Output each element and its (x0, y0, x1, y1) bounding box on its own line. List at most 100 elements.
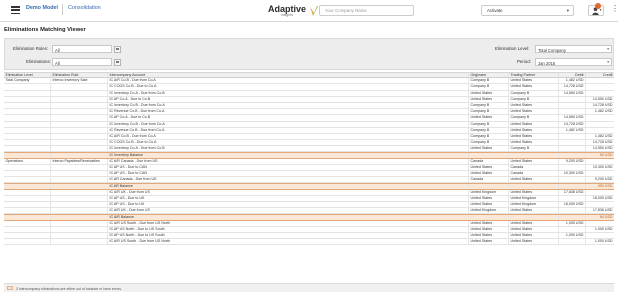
cell-partner: Company B (509, 115, 559, 121)
cell-rule (51, 226, 108, 232)
cell-level (4, 208, 51, 214)
cell-level (4, 164, 51, 170)
elimination-level-label: Elimination Level: (495, 46, 530, 51)
user-menu-button[interactable]: ▾ (588, 3, 604, 16)
col-header-partner[interactable]: Trading Partner (509, 73, 559, 78)
col-header-credit[interactable]: Credit (586, 73, 614, 77)
model-name-link[interactable]: Demo Model (26, 5, 58, 11)
cell-debit (559, 215, 586, 220)
cell-level (4, 127, 51, 133)
cell-partner: United States (509, 121, 559, 127)
cell-credit (586, 202, 614, 207)
cell-rule (51, 184, 108, 189)
cell-partner: United States (509, 239, 559, 245)
activate-dropdown[interactable]: Activate ▾ (481, 5, 574, 16)
cell-debit (559, 140, 586, 146)
cell-level (4, 184, 51, 189)
cell-partner: United States (509, 189, 559, 195)
hamburger-menu-icon[interactable] (11, 6, 20, 14)
cell-credit (586, 78, 614, 83)
cell-partner: United States (509, 133, 559, 140)
cell-account: IC A/R US South - Due from US North (108, 220, 469, 226)
cell-debit (559, 184, 586, 189)
cell-originator: United States (469, 220, 509, 226)
eliminations-picker-button[interactable] (114, 58, 121, 66)
elimination-level-select[interactable]: Total Company ▾ (535, 45, 612, 53)
cell-account: IC Inventory Co.A - Due from Co.B (108, 146, 469, 152)
cell-level (4, 177, 51, 183)
cell-account: IC COGS Co.B - Due to Co.A (108, 140, 469, 146)
cell-partner (509, 153, 559, 158)
cell-rule (51, 96, 108, 102)
cell-rule: Interco Payables/Receivables (51, 158, 108, 164)
cell-credit: 1,482 USD (594, 133, 613, 138)
period-value: Jan 2015 (538, 60, 556, 66)
cell-account: IC Inventory Co.B - Due from Co.A (108, 102, 469, 109)
elimination-rules-picker-button[interactable] (114, 45, 121, 53)
company-name-field[interactable]: Your Company Name (319, 5, 414, 16)
cell-rule (51, 208, 108, 214)
cell-originator: United States (469, 164, 509, 170)
cell-originator: Company B (469, 109, 509, 115)
cell-level (4, 232, 51, 239)
cell-account: IC AP Co.A - Due to Co.B (108, 115, 469, 121)
cell-credit (586, 115, 614, 120)
cell-rule (51, 220, 108, 226)
cell-credit (586, 221, 614, 226)
cell-originator: United States (469, 226, 509, 232)
cell-credit: 1,000 USD (594, 226, 613, 231)
more-options-icon[interactable]: ⋮ (611, 5, 618, 13)
cell-rule (51, 232, 108, 239)
cell-level (4, 115, 51, 121)
col-header-rule[interactable]: Elimination Rule (51, 73, 108, 78)
cell-credit (586, 233, 614, 238)
cell-debit: 9,200 USD (559, 158, 586, 164)
cell-credit (586, 84, 614, 89)
cell-credit (586, 171, 614, 176)
cell-account: IC A/R US South - Due from US North (108, 239, 469, 245)
elimination-rules-select[interactable]: All (52, 45, 112, 53)
period-select[interactable]: Jan 2015 ▾ (535, 58, 612, 66)
cell-debit: 1,000 USD (559, 220, 586, 226)
cell-level (4, 102, 51, 109)
cell-credit: 17,836 USD (592, 208, 613, 213)
status-footer: 3 Intercompany eliminations are either o… (4, 283, 614, 292)
elimination-rules-value: All (55, 47, 60, 53)
cell-debit: 1,482 USD (559, 127, 586, 133)
cell-partner: United States (509, 127, 559, 133)
activate-dropdown-label: Activate (487, 8, 503, 13)
cell-credit (586, 91, 614, 96)
cell-rule (51, 84, 108, 90)
cell-rule (51, 201, 108, 208)
cell-account: IC A/R UK - Due from US (108, 189, 469, 195)
consolidation-link[interactable]: Consolidation (68, 5, 101, 11)
cell-debit: 14,728 USD (559, 84, 586, 90)
col-header-originator[interactable]: Originator (469, 73, 509, 78)
eliminations-select[interactable]: All (52, 58, 112, 66)
col-header-account[interactable]: Intercompany Account (108, 73, 469, 78)
cell-rule (51, 127, 108, 133)
col-header-level[interactable]: Elimination Level (4, 73, 51, 78)
cell-rule (51, 164, 108, 170)
cell-debit: 10,300 USD (559, 171, 586, 177)
cell-debit: 14,550 USD (559, 90, 586, 96)
eliminations-label: Eliminations: (26, 59, 51, 64)
cell-debit (559, 96, 586, 102)
cell-originator: United States (469, 96, 509, 102)
chevron-down-icon: ▾ (607, 60, 609, 64)
col-header-debit[interactable]: Debit (559, 73, 586, 78)
cell-partner: United States (509, 109, 559, 115)
cell-originator: United States (469, 146, 509, 152)
top-bar: Demo Model Consolidation Adaptive insigh… (0, 0, 618, 22)
cell-rule (51, 171, 108, 177)
cell-partner: Company B (509, 96, 559, 102)
cell-originator (469, 184, 509, 189)
cell-account: IC AR Balance (108, 184, 469, 189)
cell-debit (559, 226, 586, 232)
cell-level (4, 215, 51, 220)
cell-partner: United States (509, 220, 559, 226)
cell-debit (559, 146, 586, 152)
table-row[interactable]: IC A/R US South - Due from US North Unite… (4, 239, 614, 246)
cell-account: IC AP US - Due to UK (108, 195, 469, 201)
cell-level (4, 121, 51, 127)
